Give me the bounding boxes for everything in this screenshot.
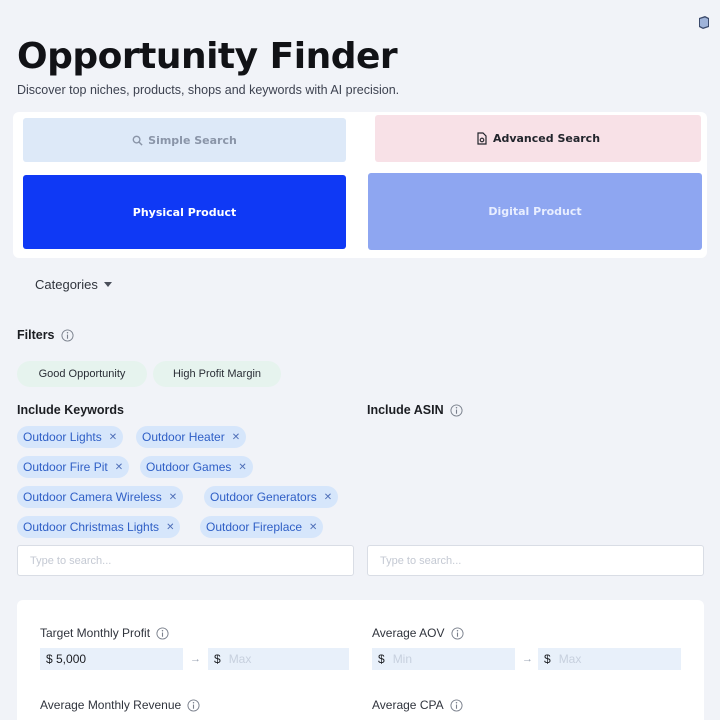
info-icon[interactable] xyxy=(450,626,464,640)
physical-product-button[interactable]: Physical Product xyxy=(23,175,346,249)
currency-prefix: $ xyxy=(378,652,385,666)
digital-product-label: Digital Product xyxy=(488,205,582,218)
info-icon[interactable] xyxy=(187,698,200,712)
close-icon[interactable]: ✕ xyxy=(238,462,246,473)
keyword-chip-label: Outdoor Camera Wireless xyxy=(23,490,162,504)
arrow-right-icon: → xyxy=(522,653,533,665)
currency-prefix: $ xyxy=(214,652,221,666)
target-monthly-profit-label: Target Monthly Profit xyxy=(40,626,151,640)
aov-max-input[interactable]: $ Max xyxy=(538,648,681,670)
categories-dropdown[interactable]: Categories xyxy=(35,277,112,292)
keyword-chip-label: Outdoor Lights xyxy=(23,430,102,444)
include-asin-heading: Include ASIN xyxy=(367,403,463,417)
target-profit-max-input[interactable]: $ Max xyxy=(208,648,349,670)
keyword-chip: Outdoor Fireplace ✕ xyxy=(200,516,324,538)
keyword-chip: Outdoor Christmas Lights ✕ xyxy=(17,516,181,538)
aov-min-input[interactable]: $ Min xyxy=(372,648,515,670)
page-title: Opportunity Finder xyxy=(17,36,398,77)
keyword-chip: Outdoor Fire Pit ✕ xyxy=(17,456,130,478)
average-cpa-label: Average CPA xyxy=(372,698,444,712)
filter-chip-label: High Profit Margin xyxy=(172,368,262,380)
simple-search-button[interactable]: Simple Search xyxy=(23,118,346,162)
include-keywords-heading: Include Keywords xyxy=(17,403,124,417)
target-monthly-profit-heading: Target Monthly Profit xyxy=(40,626,169,640)
min-placeholder: Min xyxy=(392,652,413,666)
currency-prefix: $ xyxy=(544,652,551,666)
book-icon[interactable] xyxy=(696,15,712,31)
average-cpa-heading: Average CPA xyxy=(372,698,463,712)
info-icon[interactable] xyxy=(156,626,169,640)
close-icon[interactable]: ✕ xyxy=(232,432,240,443)
keyword-chip-label: Outdoor Heater xyxy=(142,430,225,444)
search-icon xyxy=(132,135,143,146)
close-icon[interactable]: ✕ xyxy=(166,522,174,533)
average-aov-heading: Average AOV xyxy=(372,626,464,640)
asin-search-input[interactable] xyxy=(367,545,704,576)
advanced-search-label: Advanced Search xyxy=(492,132,601,145)
filters-label: Filters xyxy=(17,328,55,342)
keyword-chip-label: Outdoor Generators xyxy=(210,490,317,504)
filters-heading: Filters xyxy=(17,328,74,342)
categories-label: Categories xyxy=(35,277,98,292)
page-subtitle: Discover top niches, products, shops and… xyxy=(17,83,400,97)
keyword-chip-label: Outdoor Christmas Lights xyxy=(23,520,160,534)
digital-product-button[interactable]: Digital Product xyxy=(368,173,702,250)
filter-chip-high-profit-margin[interactable]: High Profit Margin xyxy=(153,361,281,387)
close-icon[interactable]: ✕ xyxy=(115,462,123,473)
include-asin-label: Include ASIN xyxy=(367,403,444,417)
keyword-chip: Outdoor Generators ✕ xyxy=(204,486,339,508)
average-aov-label: Average AOV xyxy=(372,626,445,640)
close-icon[interactable]: ✕ xyxy=(324,492,332,503)
include-keywords-label: Include Keywords xyxy=(17,403,124,417)
average-monthly-revenue-heading: Average Monthly Revenue xyxy=(40,698,200,712)
info-icon[interactable] xyxy=(450,698,463,712)
max-placeholder: Max xyxy=(558,652,582,666)
keyword-chip: Outdoor Lights ✕ xyxy=(17,426,124,448)
keyword-search-input[interactable] xyxy=(17,545,354,576)
keyword-chip-label: Outdoor Fire Pit xyxy=(23,460,108,474)
keyword-chip-label: Outdoor Fireplace xyxy=(206,520,303,534)
search-mode-panel: Simple Search Advanced Search Physical P… xyxy=(13,112,707,258)
close-icon[interactable]: ✕ xyxy=(309,522,317,533)
filter-chip-good-opportunity[interactable]: Good Opportunity xyxy=(17,361,147,387)
metrics-card: Target Monthly Profit → $ Max Average AO… xyxy=(17,600,704,720)
advanced-search-button[interactable]: Advanced Search xyxy=(375,115,701,162)
close-icon[interactable]: ✕ xyxy=(109,432,117,443)
keyword-chip: Outdoor Heater ✕ xyxy=(136,426,247,448)
average-monthly-revenue-label: Average Monthly Revenue xyxy=(40,698,182,712)
keyword-chip: Outdoor Camera Wireless ✕ xyxy=(17,486,184,508)
filter-chip-label: Good Opportunity xyxy=(38,368,126,380)
keyword-chip: Outdoor Games ✕ xyxy=(140,456,253,478)
max-placeholder: Max xyxy=(228,652,252,666)
info-icon[interactable] xyxy=(450,403,463,417)
arrow-right-icon: → xyxy=(190,653,201,665)
info-icon[interactable] xyxy=(60,328,74,342)
physical-product-label: Physical Product xyxy=(132,205,237,219)
target-profit-min-input[interactable] xyxy=(40,648,183,670)
document-settings-icon xyxy=(477,132,487,145)
keyword-chip-label: Outdoor Games xyxy=(146,460,232,474)
close-icon[interactable]: ✕ xyxy=(169,492,177,503)
simple-search-label: Simple Search xyxy=(148,133,237,147)
chevron-down-icon xyxy=(103,282,112,287)
